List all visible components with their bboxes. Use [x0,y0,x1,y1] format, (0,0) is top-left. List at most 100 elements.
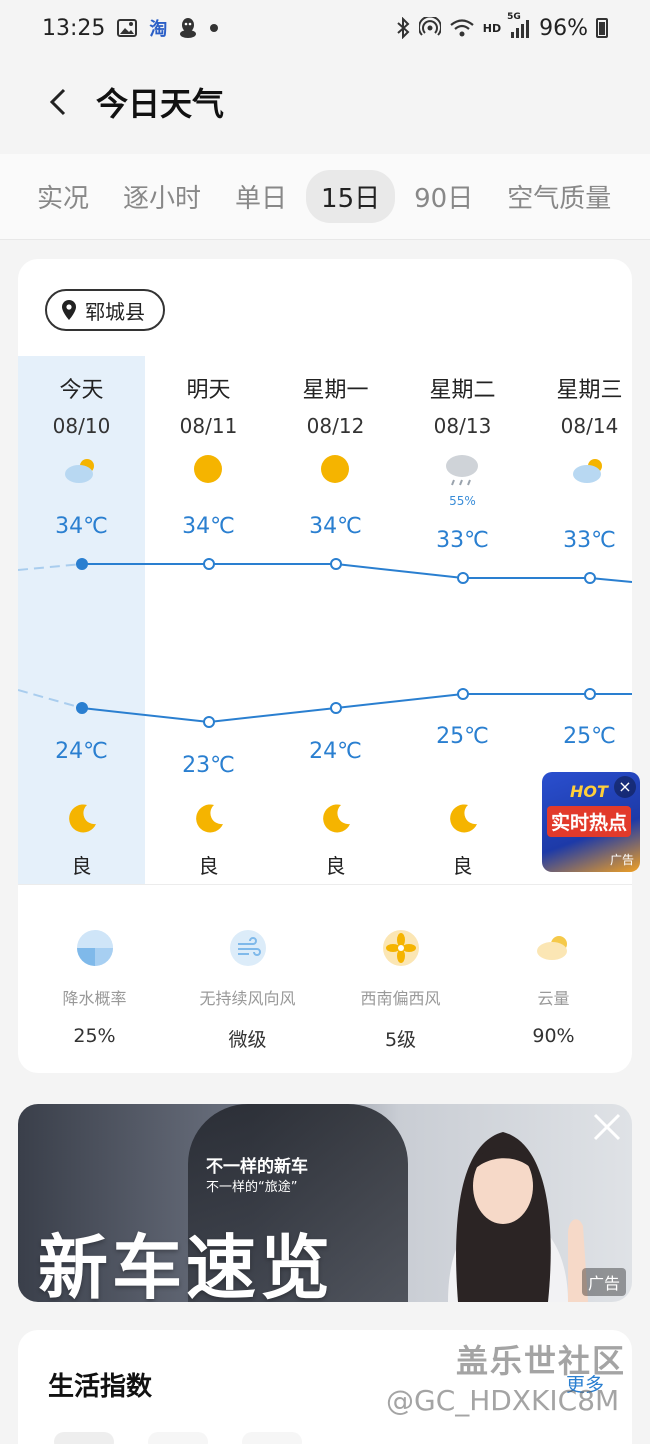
life-index-tabs [54,1432,302,1444]
high-temp: 34℃ [55,514,108,539]
page-title: 今日天气 [96,85,225,123]
banner-subtitle-2: 不一样的“旅途” [206,1180,298,1195]
tab-air-quality[interactable]: 空气质量 [492,170,626,223]
day-column[interactable]: 星期一 08/12 34℃ 24℃ 良 [272,356,399,884]
low-temp: 24℃ [55,739,108,764]
battery-percent: 96% [539,15,588,41]
low-temp: 25℃ [563,724,616,749]
signal-icon: 5G [507,12,531,38]
back-button[interactable] [28,72,88,132]
watermark-title: 盖乐世社区 [456,1342,627,1380]
low-temp: 23℃ [182,753,235,778]
location-chip[interactable]: 郓城县 [45,289,165,331]
day-date: 08/10 [52,414,111,438]
network-label: 5G [507,12,521,22]
location-pin-icon [62,300,76,320]
taobao-icon: 淘 [149,19,168,40]
tab-hourly[interactable]: 逐小时 [108,170,216,223]
sun-icon [321,455,349,483]
detail-value: 90% [532,1025,575,1047]
sun-icon [194,455,222,483]
status-bar: 13:25 淘 HD 5G 96% [0,0,650,56]
day-date: 08/13 [433,414,492,438]
high-temp: 34℃ [182,514,235,539]
detail-value: 微级 [228,1029,267,1051]
qq-icon [179,17,197,39]
high-temp: 34℃ [309,514,362,539]
low-temp: 25℃ [436,724,489,749]
high-temp: 33℃ [436,528,489,553]
hot-main-text: 实时热点 [547,806,632,837]
day-date: 08/11 [179,414,238,438]
location-name: 郓城县 [85,299,145,324]
hotspot-icon [418,17,441,39]
detail-label: 无持续风向风 [199,989,296,1008]
dot-icon [209,23,219,33]
card-divider [18,884,632,885]
status-left: 13:25 淘 [42,15,219,41]
life-tab-placeholder[interactable] [242,1432,302,1444]
day-name: 星期一 [302,378,369,403]
banner-subtitle: 不一样的新车 [206,1157,308,1177]
ad-tag: 广告 [581,1268,626,1296]
hot-word: HOT [570,782,608,801]
wind-icon [229,930,266,966]
watermark-handle: @GC_HDXKIC8M [386,1384,620,1417]
ad-tag: 广告 [609,853,634,867]
high-temp: 33℃ [563,528,616,553]
detail-wind: 无持续风向风 微级 [171,929,324,1052]
moon-icon [69,804,96,833]
hd-label: HD [482,21,502,35]
day-name: 今天 [59,378,104,403]
day-date: 08/14 [560,414,619,438]
air-quality: 良 [71,854,92,878]
life-tab-placeholder[interactable] [148,1432,208,1444]
tab-single-day[interactable]: 单日 [220,170,302,223]
cloud-icon [536,936,567,960]
weather-details: 降水概率 25% 无持续风向风 微级 西南偏西风 5级 云量 90% [18,929,632,1052]
moon-icon [450,804,477,833]
banner-main-text: 新车速览 [38,1227,334,1302]
low-temp: 24℃ [309,739,362,764]
battery-icon [596,18,608,38]
status-time: 13:25 [42,15,106,41]
precip-chance: 55% [449,494,476,508]
detail-cloud-cover: 云量 90% [477,929,630,1047]
moon-icon [196,804,223,833]
gallery-icon [117,18,138,38]
life-tab-placeholder[interactable] [54,1432,114,1444]
life-index-title: 生活指数 [48,1372,153,1402]
day-column[interactable]: 今天 08/10 34℃ 24℃ 良 [18,356,145,884]
status-right: HD 5G 96% [395,12,608,41]
moon-icon [323,804,350,833]
detail-label: 降水概率 [62,989,127,1008]
detail-label: 西南偏西风 [360,989,441,1008]
floating-hot-ad[interactable]: HOT 实时热点 × 广告 [542,772,640,872]
close-icon[interactable]: × [614,776,636,798]
close-icon[interactable] [590,1110,624,1144]
tab-90-day[interactable]: 90日 [399,170,488,223]
tab-live[interactable]: 实况 [22,170,104,223]
person-image [448,1132,588,1302]
detail-wind-direction: 西南偏西风 5级 [324,929,477,1052]
day-column[interactable]: 明天 08/11 34℃ 23℃ 良 [145,356,272,884]
tab-15-day[interactable]: 15日 [306,170,396,223]
air-quality: 良 [452,854,473,878]
forecast-tabs: 实况 逐小时 单日 15日 90日 空气质量 [0,154,650,240]
detail-value: 5级 [384,1029,417,1051]
air-quality: 良 [198,854,219,878]
partly-cloudy-icon [573,459,602,483]
wifi-icon [449,18,475,38]
air-quality: 良 [325,854,346,878]
day-name: 明天 [186,378,231,403]
day-name: 星期三 [556,378,623,403]
detail-label: 云量 [537,989,570,1008]
precipitation-icon [76,930,113,966]
forecast-card: 郓城县 今天 08/10 34℃ 24℃ 良 明天 08/11 34℃ 23℃ … [18,259,632,1073]
day-date: 08/12 [306,414,365,438]
day-name: 星期二 [429,378,496,403]
day-column[interactable]: 星期二 08/13 55% 33℃ 25℃ 良 [399,356,526,884]
detail-value: 25% [73,1025,116,1047]
banner-ad[interactable]: 不一样的新车 不一样的“旅途” 新车速览 广告 [18,1104,632,1302]
bluetooth-icon [395,17,411,39]
